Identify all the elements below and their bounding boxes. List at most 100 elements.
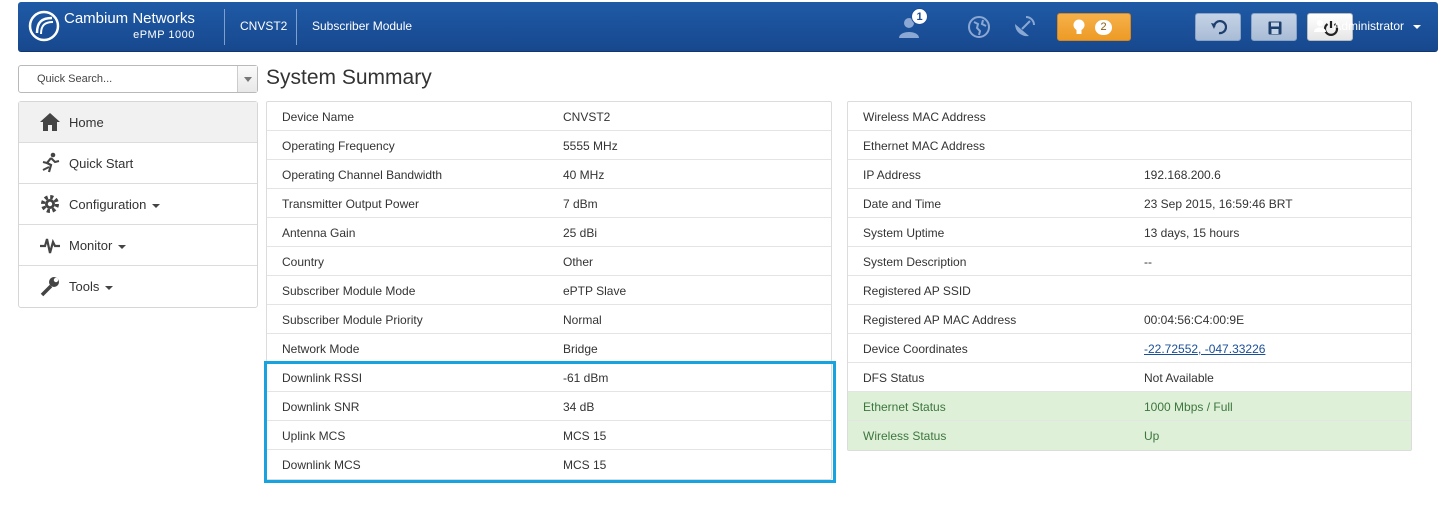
satellite-dish-icon[interactable] (1011, 14, 1037, 40)
row-label: Subscriber Module Priority (282, 313, 423, 327)
page-title: System Summary (266, 66, 432, 89)
undo-button[interactable] (1195, 13, 1241, 41)
save-icon (1268, 21, 1282, 35)
table-row: Ethernet MAC Address (848, 131, 1411, 160)
top-bar: Cambium Networks ePMP 1000 CNVST2 Subscr… (18, 2, 1438, 52)
row-label: Network Mode (282, 342, 360, 356)
row-value: Not Available (1144, 371, 1214, 385)
cambium-logo-icon (28, 10, 60, 42)
row-label: Operating Frequency (282, 139, 395, 153)
chevron-down-icon (152, 203, 161, 208)
row-label: System Description (863, 255, 967, 269)
row-label: Antenna Gain (282, 226, 356, 240)
system-summary-right-table: Wireless MAC Address Ethernet MAC Addres… (847, 101, 1412, 451)
table-row: Network Mode Bridge (267, 334, 831, 363)
row-value: -- (1144, 255, 1152, 269)
row-label: System Uptime (863, 226, 945, 240)
sidebar-item-label: Configuration (69, 197, 161, 212)
table-row: Date and Time 23 Sep 2015, 16:59:46 BRT (848, 189, 1411, 218)
row-label: Wireless MAC Address (863, 110, 986, 124)
row-label: Ethernet MAC Address (863, 139, 986, 153)
header-divider (296, 9, 297, 45)
sidebar-item-configuration[interactable]: Configuration (19, 184, 257, 225)
running-man-icon (42, 152, 60, 173)
alerts-badge: 2 (1095, 20, 1112, 35)
device-coordinates-link[interactable]: -22.72552, -047.33226 (1144, 342, 1265, 356)
device-mode-label: Subscriber Module (312, 19, 413, 33)
quick-search-dropdown-button[interactable] (237, 66, 257, 92)
sidebar-item-monitor[interactable]: Monitor (19, 225, 257, 266)
row-value: Other (563, 255, 594, 269)
brand-model: ePMP 1000 (133, 29, 195, 41)
brand-name: Cambium Networks (64, 10, 195, 27)
row-value: 192.168.200.6 (1144, 168, 1221, 182)
rf-stats-highlight-box (264, 361, 836, 483)
row-value: CNVST2 (563, 110, 611, 124)
table-row: Subscriber Module Mode ePTP Slave (267, 276, 831, 305)
lightbulb-icon (1073, 19, 1085, 34)
user-menu[interactable]: Administrator (1314, 19, 1422, 33)
row-value: 25 dBi (563, 226, 598, 240)
row-label: IP Address (863, 168, 921, 182)
table-row: Subscriber Module Priority Normal (267, 305, 831, 334)
row-label: Country (282, 255, 325, 269)
alerts-button[interactable]: 2 (1057, 13, 1131, 41)
brand: Cambium Networks ePMP 1000 (64, 10, 195, 44)
table-row: Registered AP SSID (848, 276, 1411, 305)
row-value: 40 MHz (563, 168, 605, 182)
sidebar-item-label: Tools (69, 279, 114, 294)
table-row: Device Name CNVST2 (267, 102, 831, 131)
device-name-label[interactable]: CNVST2 (240, 19, 287, 33)
pulse-icon (40, 238, 60, 254)
sidebar-item-home[interactable]: Home (19, 102, 257, 143)
row-label: Registered AP MAC Address (863, 313, 1017, 327)
row-label: Device Name (282, 110, 355, 124)
row-value: 1000 Mbps / Full (1144, 400, 1233, 414)
table-row-status-ok: Wireless Status Up (848, 421, 1411, 450)
row-value: Bridge (563, 342, 598, 356)
table-row: Device Coordinates -22.72552, -047.33226 (848, 334, 1411, 363)
row-label: Device Coordinates (863, 342, 968, 356)
table-row: Operating Channel Bandwidth 40 MHz (267, 160, 831, 189)
row-value: ePTP Slave (563, 284, 627, 298)
table-row: System Description -- (848, 247, 1411, 276)
table-row: Operating Frequency 5555 MHz (267, 131, 831, 160)
user-icon (1314, 19, 1326, 32)
sidebar-item-label: Monitor (69, 238, 127, 253)
sidebar-item-tools[interactable]: Tools (19, 266, 257, 307)
gear-icon (41, 195, 59, 213)
row-value: 13 days, 15 hours (1144, 226, 1240, 240)
sidebar-nav: Home Quick Start Configuration Monitor T… (18, 101, 258, 308)
sidebar-item-label: Home (69, 115, 104, 130)
undo-icon (1211, 20, 1227, 35)
header-divider (224, 9, 225, 45)
row-label: Wireless Status (863, 429, 947, 443)
quick-search[interactable] (18, 65, 258, 93)
row-label: Registered AP SSID (863, 284, 971, 298)
table-row: Wireless MAC Address (848, 102, 1411, 131)
row-value: Normal (563, 313, 602, 327)
table-row-status-ok: Ethernet Status 1000 Mbps / Full (848, 392, 1411, 421)
chevron-down-icon (1413, 24, 1422, 29)
chevron-down-icon (118, 244, 127, 249)
row-label: Transmitter Output Power (282, 197, 419, 211)
row-value: Up (1144, 429, 1160, 443)
row-label: DFS Status (863, 371, 925, 385)
sidebar-item-quick-start[interactable]: Quick Start (19, 143, 257, 184)
row-label: Operating Channel Bandwidth (282, 168, 443, 182)
row-value: 23 Sep 2015, 16:59:46 BRT (1144, 197, 1293, 211)
table-row: DFS Status Not Available (848, 363, 1411, 392)
row-value: 5555 MHz (563, 139, 618, 153)
table-row: Registered AP MAC Address 00:04:56:C4:00:… (848, 305, 1411, 334)
home-icon (40, 113, 60, 131)
row-label: Subscriber Module Mode (282, 284, 416, 298)
row-label: Ethernet Status (863, 400, 946, 414)
globe-icon[interactable] (966, 14, 992, 40)
row-label: Date and Time (863, 197, 942, 211)
sidebar-item-label: Quick Start (69, 156, 134, 171)
users-badge: 1 (911, 8, 928, 25)
save-button[interactable] (1251, 13, 1297, 41)
quick-search-input[interactable] (19, 66, 229, 92)
row-value: 00:04:56:C4:00:9E (1144, 313, 1245, 327)
user-name: Administrator (1333, 19, 1405, 33)
